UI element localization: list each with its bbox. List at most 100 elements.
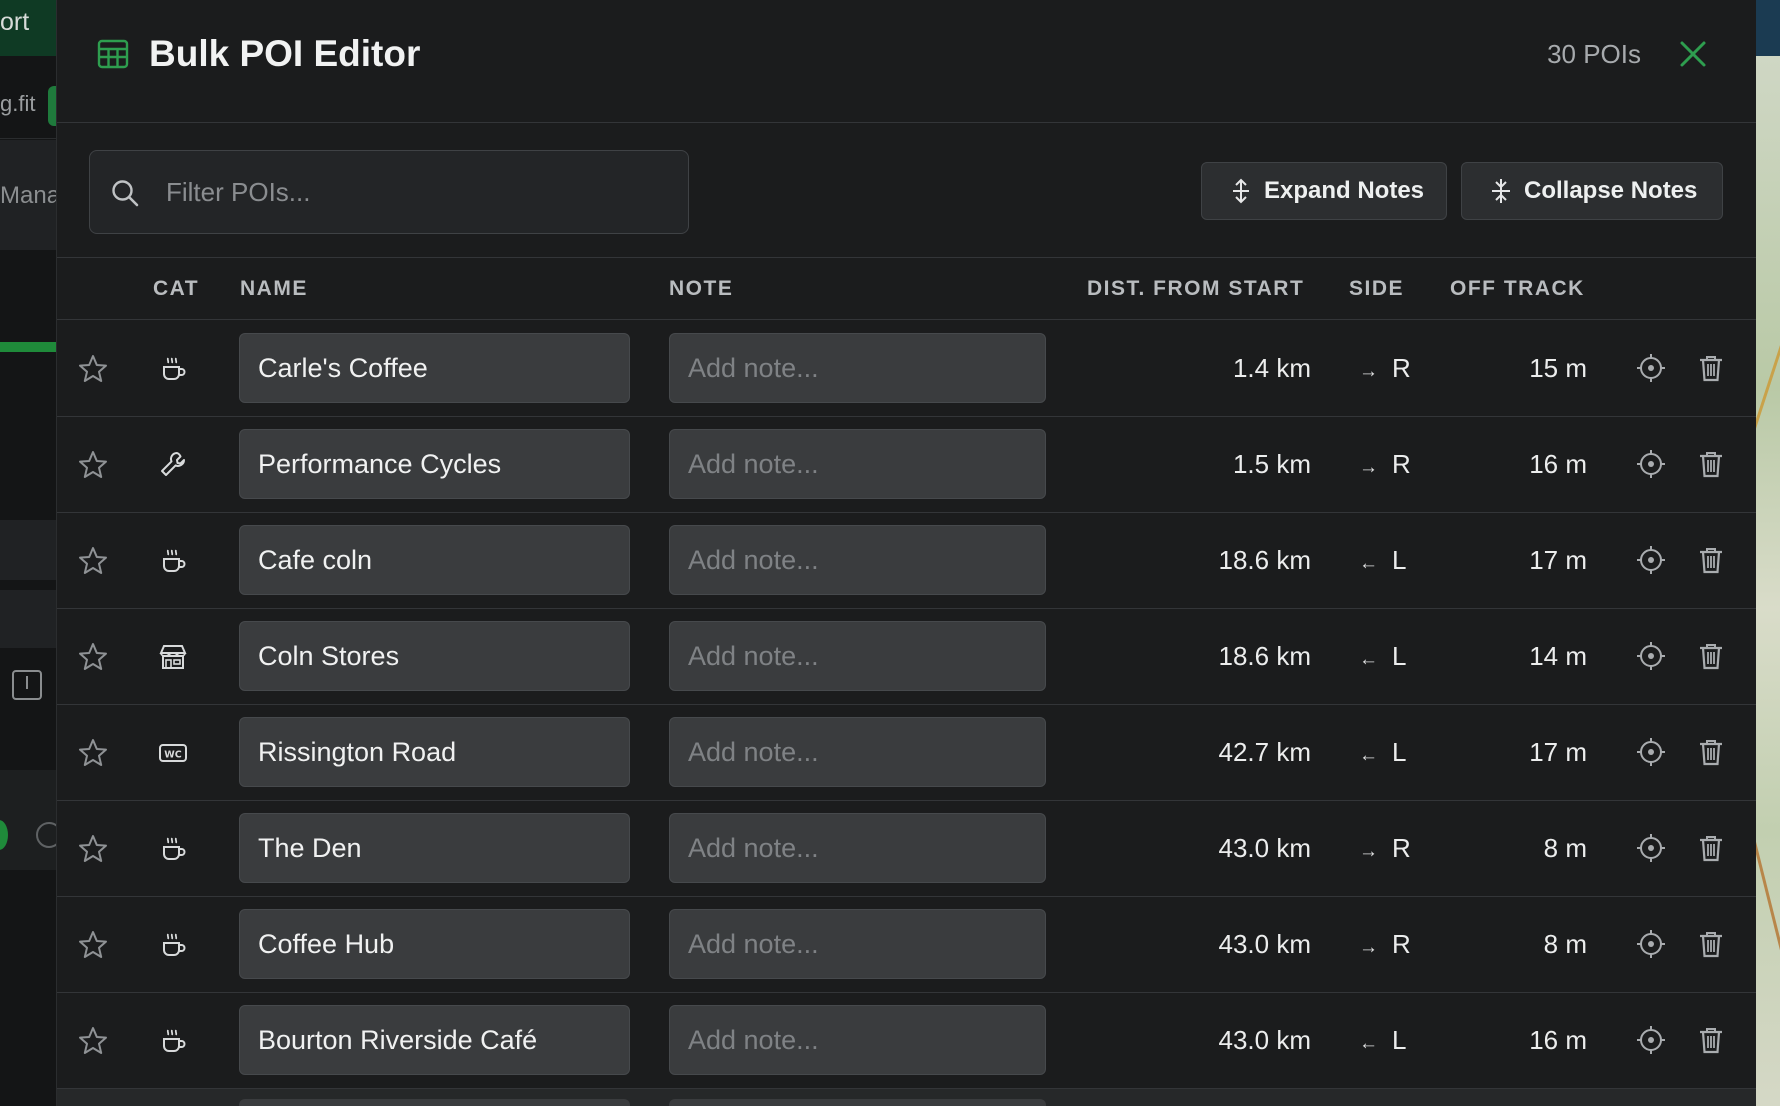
- poi-name-input[interactable]: [239, 1005, 630, 1075]
- trash-icon[interactable]: [1695, 544, 1727, 576]
- bulk-poi-editor-modal: Bulk POI Editor 30 POIs Expand Notes: [56, 0, 1756, 1106]
- off-track-distance: 17 m: [1529, 545, 1587, 575]
- expand-notes-label: Expand Notes: [1264, 177, 1425, 204]
- locate-icon[interactable]: [1635, 928, 1667, 960]
- distance-from-start: 1.5 km: [1232, 449, 1311, 479]
- star-icon[interactable]: [77, 833, 109, 865]
- column-side[interactable]: SIDE: [1349, 258, 1404, 320]
- coffee-icon: [163, 549, 186, 572]
- side-indicator: ← L: [1359, 609, 1406, 703]
- locate-icon[interactable]: [1635, 640, 1667, 672]
- table-row: 1.5 km→R16 m: [57, 417, 1756, 513]
- off-track-distance: 8 m: [1543, 929, 1587, 959]
- off-track-distance: 16 m: [1529, 1025, 1587, 1055]
- distance-from-start: 42.7 km: [1218, 737, 1312, 767]
- star-icon[interactable]: [77, 449, 109, 481]
- side-arrow-icon: ←: [1359, 745, 1378, 766]
- side-value: R: [1392, 833, 1411, 863]
- poi-name-input[interactable]: [239, 909, 630, 979]
- distance-from-start: 43.0 km: [1218, 1025, 1312, 1055]
- poi-note-input[interactable]: [669, 1005, 1046, 1075]
- close-icon[interactable]: [1673, 34, 1713, 74]
- side-value: R: [1392, 449, 1411, 479]
- store-icon: [159, 645, 187, 669]
- trash-icon[interactable]: [1695, 832, 1727, 864]
- star-icon[interactable]: [77, 545, 109, 577]
- column-note[interactable]: NOTE: [669, 258, 733, 320]
- star-icon[interactable]: [77, 929, 109, 961]
- svg-text:WC: WC: [164, 750, 181, 761]
- poi-name-input-partial: [239, 1099, 630, 1106]
- column-dist-from-start[interactable]: DIST. FROM START: [1087, 258, 1304, 320]
- off-track-distance: 15 m: [1529, 353, 1587, 383]
- side-value: L: [1392, 641, 1407, 671]
- side-value: L: [1392, 1025, 1407, 1055]
- background-map: [1725, 0, 1780, 1106]
- collapse-notes-label: Collapse Notes: [1524, 177, 1698, 204]
- poi-note-input[interactable]: [669, 333, 1046, 403]
- coffee-icon: [163, 837, 186, 860]
- star-icon[interactable]: [77, 1025, 109, 1057]
- locate-icon[interactable]: [1635, 352, 1667, 384]
- search-input[interactable]: [164, 165, 664, 219]
- background-panel: [0, 590, 57, 648]
- side-indicator: ← L: [1359, 513, 1406, 607]
- poi-note-input[interactable]: [669, 429, 1046, 499]
- trash-icon[interactable]: [1695, 640, 1727, 672]
- poi-note-input[interactable]: [669, 621, 1046, 691]
- poi-name-input[interactable]: [239, 333, 630, 403]
- background-manage-label: Manag: [0, 182, 57, 209]
- trash-icon[interactable]: [1695, 736, 1727, 768]
- star-icon[interactable]: [77, 737, 109, 769]
- side-arrow-icon: →: [1359, 937, 1378, 958]
- table-header: CAT NAME NOTE DIST. FROM START SIDE OFF …: [57, 258, 1756, 320]
- side-indicator: ← L: [1359, 993, 1406, 1087]
- off-track-distance: 8 m: [1543, 833, 1587, 863]
- off-track-distance: 17 m: [1529, 737, 1587, 767]
- poi-note-input[interactable]: [669, 525, 1046, 595]
- table-row: 43.0 km→R8 m: [57, 801, 1756, 897]
- coffee-icon: [163, 357, 186, 380]
- palette-icon: [36, 822, 57, 848]
- background-panel: [0, 520, 57, 580]
- poi-name-input[interactable]: [239, 525, 630, 595]
- collapse-notes-button[interactable]: Collapse Notes: [1461, 162, 1723, 220]
- expand-notes-button[interactable]: Expand Notes: [1201, 162, 1447, 220]
- table-row: 1.4 km→R15 m: [57, 321, 1756, 417]
- star-icon[interactable]: [77, 641, 109, 673]
- side-arrow-icon: ←: [1359, 649, 1378, 670]
- search-box[interactable]: [89, 150, 689, 234]
- coffee-icon: [163, 1029, 186, 1052]
- locate-icon[interactable]: [1635, 448, 1667, 480]
- locate-icon[interactable]: [1635, 736, 1667, 768]
- column-name[interactable]: NAME: [240, 258, 308, 320]
- background-export-button: ort: [0, 0, 57, 56]
- background-divider: [0, 138, 57, 139]
- poi-name-input[interactable]: [239, 429, 630, 499]
- locate-icon[interactable]: [1635, 1024, 1667, 1056]
- off-track-distance: 16 m: [1529, 449, 1587, 479]
- locate-icon[interactable]: [1635, 832, 1667, 864]
- trash-icon[interactable]: [1695, 352, 1727, 384]
- poi-note-input[interactable]: [669, 717, 1046, 787]
- off-track-distance: 14 m: [1529, 641, 1587, 671]
- poi-name-input[interactable]: [239, 621, 630, 691]
- poi-count: 30 POIs: [1547, 39, 1641, 69]
- trash-icon[interactable]: [1695, 928, 1727, 960]
- poi-name-input[interactable]: [239, 813, 630, 883]
- star-icon[interactable]: [77, 353, 109, 385]
- poi-note-input-partial: [669, 1099, 1046, 1106]
- poi-note-input[interactable]: [669, 813, 1046, 883]
- wrench-icon: [161, 452, 185, 476]
- locate-icon[interactable]: [1635, 544, 1667, 576]
- side-indicator: → R: [1359, 897, 1411, 991]
- column-cat[interactable]: CAT: [153, 258, 199, 320]
- trash-icon[interactable]: [1695, 448, 1727, 480]
- side-arrow-icon: ←: [1359, 1033, 1378, 1054]
- trash-icon[interactable]: [1695, 1024, 1727, 1056]
- poi-note-input[interactable]: [669, 909, 1046, 979]
- column-off-track[interactable]: OFF TRACK: [1450, 258, 1585, 320]
- modal-header: Bulk POI Editor 30 POIs: [57, 0, 1756, 123]
- poi-name-input[interactable]: [239, 717, 630, 787]
- expand-icon: [1233, 178, 1249, 204]
